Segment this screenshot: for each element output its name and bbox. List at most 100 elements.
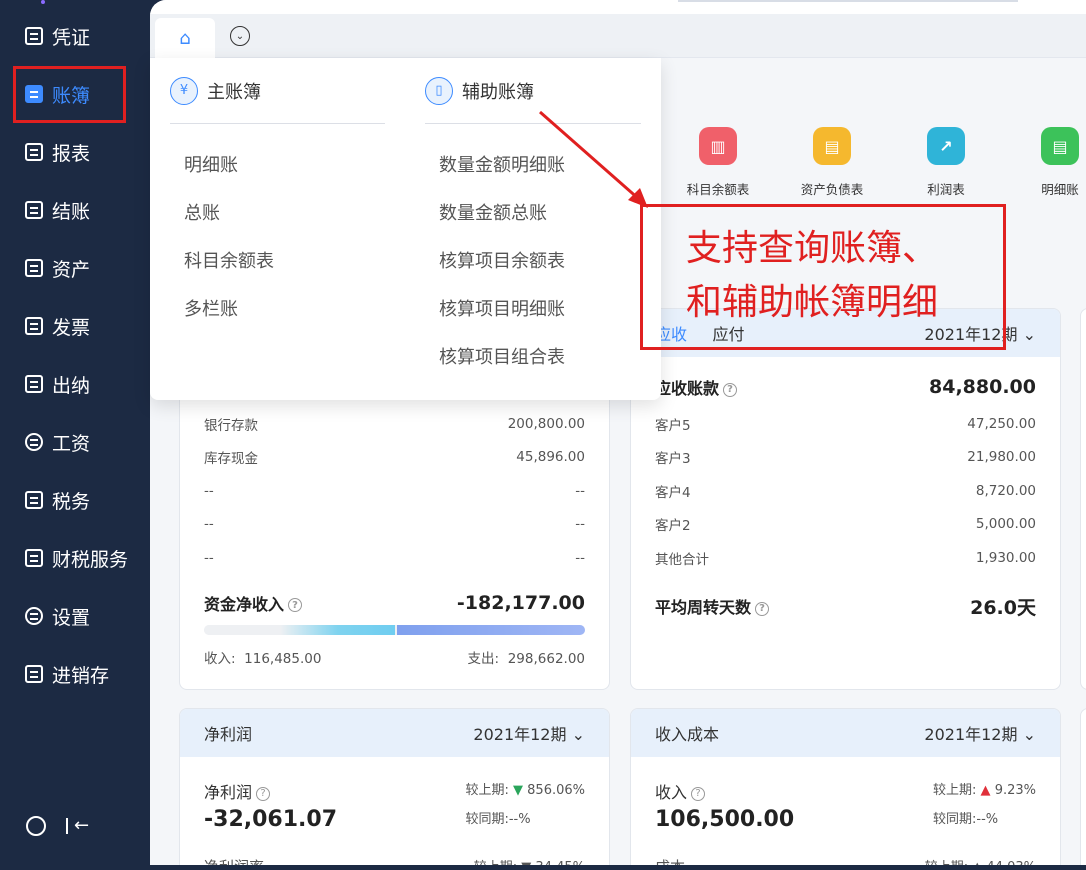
chevron-down-icon: ⌄ xyxy=(1022,325,1036,344)
income-statement-icon: ↗ xyxy=(927,127,965,165)
sidebar-item-report[interactable]: 报表 xyxy=(12,130,138,174)
help-icon[interactable]: ? xyxy=(755,601,770,616)
quick-link-detail-ledger[interactable]: ▤ 明细账 xyxy=(1010,127,1086,198)
main-ledger-column: ¥ 主账簿 明细账 总账 科目余额表 多栏账 xyxy=(170,58,385,332)
aux-ledger-column: ▯ 辅助账簿 数量金额明细账 数量金额总账 核算项目余额表 核算项目明细账 核算… xyxy=(425,58,641,380)
sidebar-item-cashier[interactable]: 出纳 xyxy=(12,362,138,406)
sidebar-item-tax[interactable]: 税务 xyxy=(12,478,138,522)
sun-icon[interactable] xyxy=(26,815,46,836)
menu-item-accounting-item-balance[interactable]: 核算项目余额表 xyxy=(425,236,641,284)
tab-bar: ⌂ ⌄ xyxy=(150,14,1086,58)
sidebar-item-label: 设置 xyxy=(52,606,91,629)
card-title: 收入成本 xyxy=(655,725,720,744)
table-row: 客户2 5,000.00 xyxy=(655,516,1036,535)
sidebar-item-label: 资产 xyxy=(52,258,91,281)
sidebar-item-inventory[interactable]: 进销存 xyxy=(12,652,138,696)
menu-item-qty-amount-general[interactable]: 数量金额总账 xyxy=(425,188,641,236)
tax-service-icon xyxy=(25,549,43,567)
main-ledger-header: ¥ 主账簿 xyxy=(170,58,385,124)
menu-item-detail-ledger[interactable]: 明细账 xyxy=(170,140,385,188)
chevron-down-icon: ⌄ xyxy=(1022,725,1036,744)
chevron-down-icon: ⌄ xyxy=(571,725,585,744)
balance-sheet-icon: ▤ xyxy=(813,127,851,165)
income-expense-bar xyxy=(204,624,585,635)
sidebar-item-voucher[interactable]: 凭证 xyxy=(12,14,138,58)
income-bar xyxy=(204,624,395,635)
help-icon[interactable]: ? xyxy=(723,382,738,397)
detail-ledger-icon: ▤ xyxy=(1041,127,1079,165)
menu-item-accounting-item-detail[interactable]: 核算项目明细账 xyxy=(425,284,641,332)
menu-item-accounting-item-combo[interactable]: 核算项目组合表 xyxy=(425,332,641,380)
table-row: -- -- xyxy=(204,516,585,533)
sidebar: 凭证 账簿 报表 结账 资产 发票 出纳 工资 税务 财税服务 设置 进销存 ← xyxy=(0,0,150,870)
sidebar-item-closing[interactable]: 结账 xyxy=(12,188,138,232)
chevron-down-circle-icon[interactable]: ⌄ xyxy=(230,26,250,46)
menu-item-qty-amount-detail[interactable]: 数量金额明细账 xyxy=(425,140,641,188)
closing-icon xyxy=(25,201,43,219)
partial-card xyxy=(1080,708,1086,865)
settings-icon xyxy=(25,607,43,625)
sidebar-item-label: 财税服务 xyxy=(52,548,129,571)
table-row: 其他合计 1,930.00 xyxy=(655,549,1036,568)
annotation-text: 支持查询账簿、 和辅助帐簿明细 xyxy=(686,228,939,323)
report-icon xyxy=(25,143,43,161)
highlight-box xyxy=(13,66,126,123)
table-row: -- -- xyxy=(204,549,585,566)
search-field-edge[interactable] xyxy=(678,0,1018,2)
quick-link-label: 科目余额表 xyxy=(686,182,750,197)
sidebar-item-label: 报表 xyxy=(52,142,91,165)
quick-link-balance-sheet[interactable]: ▤ 资产负债表 xyxy=(782,127,882,198)
collapse-left-icon[interactable]: ← xyxy=(66,815,89,836)
receivable-card: 应收 应付 2021年12期 ⌄ 应收账款? 84,880.00 客户5 47,2… xyxy=(630,308,1061,690)
net-profit-header: 净利润 2021年12期 ⌄ xyxy=(180,709,609,757)
table-row: -- -- xyxy=(204,482,585,499)
card-title: 净利润 xyxy=(204,725,253,744)
tax-icon xyxy=(25,491,43,509)
sidebar-item-label: 发票 xyxy=(52,316,91,339)
quick-link-label: 明细账 xyxy=(1041,182,1079,197)
help-icon[interactable]: ? xyxy=(691,786,706,801)
help-icon[interactable]: ? xyxy=(256,786,271,801)
table-row: 客户3 21,980.00 xyxy=(655,449,1036,468)
help-icon[interactable]: ? xyxy=(288,598,303,612)
quick-link-label: 利润表 xyxy=(927,182,965,197)
trial-balance-icon: ▥ xyxy=(699,127,737,165)
asset-icon xyxy=(25,259,43,277)
sidebar-item-label: 凭证 xyxy=(52,26,91,49)
ledger-dropdown-menu: ¥ 主账簿 明细账 总账 科目余额表 多栏账 ▯ 辅助账簿 数量金额明细账 数量… xyxy=(150,58,661,400)
menu-item-multi-column-ledger[interactable]: 多栏账 xyxy=(170,284,385,332)
logo-dot xyxy=(41,0,45,4)
sidebar-item-salary[interactable]: 工资 xyxy=(12,420,138,464)
sidebar-item-label: 结账 xyxy=(52,200,91,223)
aux-ledger-header: ▯ 辅助账簿 xyxy=(425,58,641,124)
table-row: 客户5 47,250.00 xyxy=(655,415,1036,434)
sidebar-item-settings[interactable]: 设置 xyxy=(12,594,138,638)
period-select[interactable]: 2021年12期 ⌄ xyxy=(924,721,1036,745)
menu-item-trial-balance[interactable]: 科目余额表 xyxy=(170,236,385,284)
invoice-icon xyxy=(25,317,43,335)
receivable-total-row: 应收账款? 84,880.00 xyxy=(655,376,1036,398)
quick-link-trial-balance[interactable]: ▥ 科目余额表 xyxy=(668,127,768,198)
sidebar-item-tax-service[interactable]: 财税服务 xyxy=(12,536,138,580)
home-tab[interactable]: ⌂ xyxy=(155,18,215,58)
cashier-icon xyxy=(25,375,43,393)
quick-link-income-statement[interactable]: ↗ 利润表 xyxy=(896,127,996,198)
menu-item-general-ledger[interactable]: 总账 xyxy=(170,188,385,236)
quick-link-label: 资产负债表 xyxy=(800,182,864,197)
income-cost-card: 收入成本 2021年12期 ⌄ 收入? 106,500.00 较上期: ▲ 9.… xyxy=(630,708,1061,865)
sidebar-item-label: 进销存 xyxy=(52,664,110,687)
sidebar-item-asset[interactable]: 资产 xyxy=(12,246,138,290)
aux-ledger-icon: ▯ xyxy=(425,76,453,105)
period-select[interactable]: 2021年12期 ⌄ xyxy=(473,721,585,745)
table-row: 客户4 8,720.00 xyxy=(655,482,1036,501)
sidebar-item-label: 出纳 xyxy=(52,374,91,397)
expense-bar xyxy=(396,624,585,635)
voucher-icon xyxy=(25,27,43,45)
net-profit-card: 净利润 2021年12期 ⌄ 净利润? -32,061.07 较上期: ▼ 85… xyxy=(179,708,610,865)
sidebar-bottom: ← xyxy=(26,815,89,836)
sidebar-item-invoice[interactable]: 发票 xyxy=(12,304,138,348)
table-row: 银行存款 200,800.00 xyxy=(204,415,585,434)
inventory-icon xyxy=(25,665,43,683)
main-ledger-icon: ¥ xyxy=(170,76,198,105)
table-row: 库存现金 45,896.00 xyxy=(204,449,585,468)
